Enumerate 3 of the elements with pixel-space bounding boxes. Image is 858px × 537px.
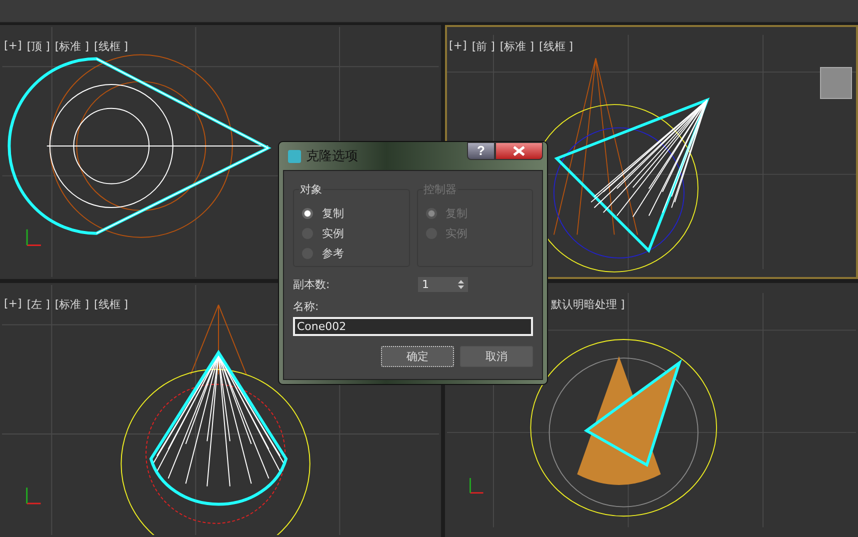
dialog-title: 克隆选项 <box>306 148 359 165</box>
field-label: 名称: <box>293 299 320 314</box>
group-title: 对象 <box>299 182 323 197</box>
